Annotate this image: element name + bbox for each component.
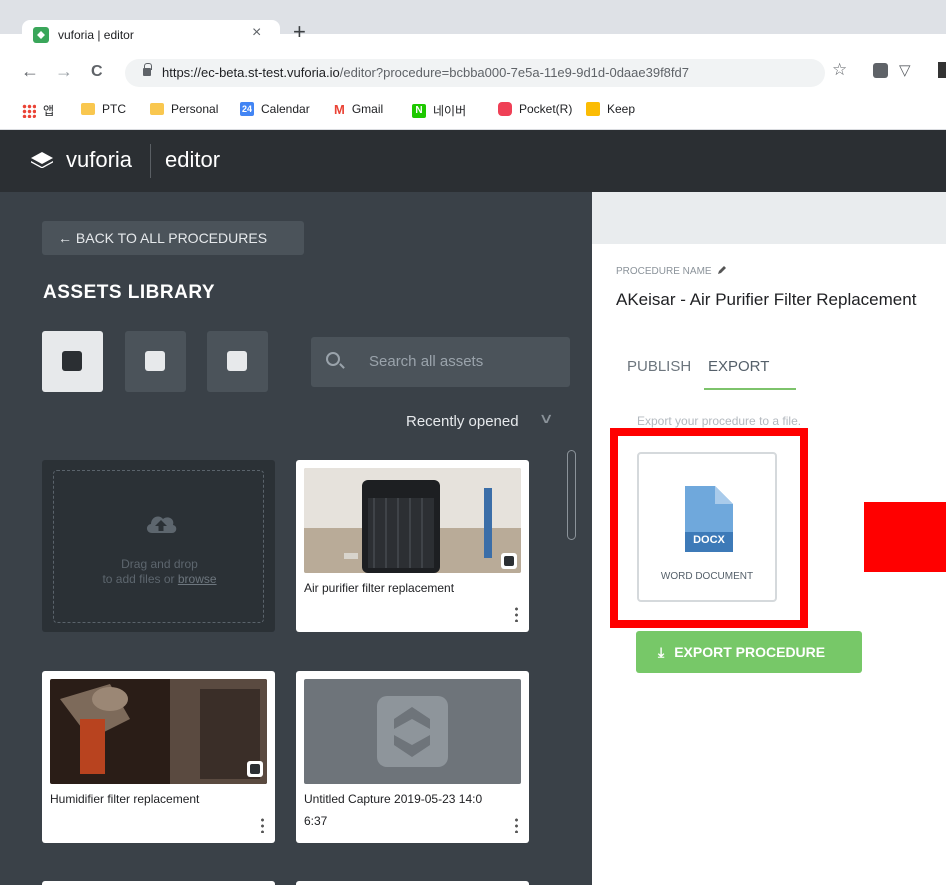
pocket-icon xyxy=(498,102,512,116)
product-name: editor xyxy=(165,147,221,172)
dropzone-border: Drag and drop to add files or browse xyxy=(53,470,264,623)
gmail-icon: M xyxy=(334,102,345,117)
asset-card[interactable]: Humidifier filter replacement xyxy=(42,671,275,843)
asset-card-title: Air purifier filter replacement xyxy=(304,581,455,595)
tab-close-icon[interactable]: × xyxy=(252,24,261,42)
video-icon xyxy=(227,351,247,371)
folder-icon xyxy=(150,103,164,115)
procedure-name-label: PROCEDURE NAME xyxy=(616,265,727,277)
address-bar[interactable]: https://ec-beta.st-test.vuforia.io/edito… xyxy=(125,59,825,87)
browser-tabstrip: vuforia | editor × + xyxy=(0,0,946,54)
browser-toolbar: ← → C https://ec-beta.st-test.vuforia.io… xyxy=(0,54,946,92)
tab-export[interactable]: EXPORT xyxy=(708,358,769,375)
asset-card[interactable] xyxy=(296,881,529,885)
asset-thumbnail xyxy=(50,679,267,784)
reload-icon[interactable]: C xyxy=(91,64,103,80)
procedure-panel: PROCEDURE NAME AKeisar - Air Purifier Fi… xyxy=(592,192,946,885)
folder-icon xyxy=(81,103,95,115)
back-arrow-icon[interactable]: ← xyxy=(21,62,39,80)
more-options-icon[interactable] xyxy=(515,606,518,622)
bookmark-keep[interactable]: Keep xyxy=(586,102,635,116)
asset-search-input[interactable]: Search all assets xyxy=(311,337,570,387)
keep-icon xyxy=(586,102,600,116)
air-purifier-photo xyxy=(304,468,521,573)
bookmark-ptc[interactable]: PTC xyxy=(81,102,126,116)
image-icon xyxy=(145,351,165,371)
assets-library-title: ASSETS LIBRARY xyxy=(43,282,216,303)
asset-thumbnail xyxy=(304,679,521,784)
asset-card[interactable]: Air purifier filter replacement xyxy=(296,460,529,632)
active-tab-indicator xyxy=(704,388,796,390)
highlight-annotation-box xyxy=(610,428,808,628)
extension-icon[interactable] xyxy=(938,62,946,78)
asset-card-title: Untitled Capture 2019-05-23 14:0 xyxy=(304,792,483,806)
calendar-icon: 24 xyxy=(240,102,254,116)
filter-images-button[interactable] xyxy=(125,331,186,392)
extension-icon[interactable] xyxy=(873,63,888,78)
bookmark-pocket[interactable]: Pocket(R) xyxy=(498,102,572,116)
tab-title: vuforia | editor xyxy=(58,28,134,42)
export-procedure-button[interactable]: ⤓ EXPORT PROCEDURE xyxy=(636,631,862,673)
bookmark-apps[interactable]: 앱 xyxy=(22,102,54,119)
scrollbar[interactable] xyxy=(567,450,576,540)
pocket-extension-icon[interactable]: ▽ xyxy=(899,61,911,79)
lock-icon xyxy=(143,63,152,76)
assets-panel: ← BACK TO ALL PROCEDURES ASSETS LIBRARY … xyxy=(0,192,592,885)
procedure-name[interactable]: AKeisar - Air Purifier Filter Replacemen… xyxy=(616,290,916,310)
vuforia-logo-icon xyxy=(31,152,53,168)
apps-grid-icon xyxy=(22,103,36,118)
bookmark-gmail[interactable]: M Gmail xyxy=(334,102,383,117)
asset-card-title: Humidifier filter replacement xyxy=(50,792,200,806)
asset-card[interactable]: Untitled Capture 2019-05-23 14:0 6:37 xyxy=(296,671,529,843)
asset-type-badge-icon xyxy=(501,553,517,569)
search-placeholder: Search all assets xyxy=(369,353,484,370)
upload-dropzone[interactable]: Drag and drop to add files or browse xyxy=(42,460,275,632)
capture-placeholder-icon xyxy=(377,696,448,767)
panel-top-bar xyxy=(592,192,946,244)
sort-dropdown[interactable]: Recently opened xyxy=(406,413,519,430)
vuforia-favicon-icon xyxy=(33,27,49,43)
chevron-down-icon[interactable]: ∨ xyxy=(538,410,553,427)
header-divider xyxy=(150,144,151,178)
more-options-icon[interactable] xyxy=(261,817,264,833)
filter-all-assets-button[interactable] xyxy=(42,331,103,392)
browse-link[interactable]: browse xyxy=(178,572,217,586)
dropzone-text-2: to add files or browse xyxy=(102,572,217,586)
asset-thumbnail xyxy=(304,468,521,573)
annotation-arrow-shape xyxy=(864,502,946,572)
bookmark-star-icon[interactable]: ☆ xyxy=(832,60,847,80)
app-header: vuforia editor xyxy=(0,130,946,192)
url-text: https://ec-beta.st-test.vuforia.io/edito… xyxy=(162,65,689,80)
more-options-icon[interactable] xyxy=(515,817,518,833)
bookmark-personal[interactable]: Personal xyxy=(150,102,218,116)
forward-arrow-icon[interactable]: → xyxy=(55,62,73,80)
asset-card[interactable] xyxy=(42,881,275,885)
bookmark-naver[interactable]: N 네이버 xyxy=(412,102,466,119)
bookmarks-bar: 앱 PTC Personal 24 Calendar M Gmail N 네이버 Po… xyxy=(0,92,946,130)
dropzone-text: Drag and drop xyxy=(121,557,198,571)
export-description: Export your procedure to a file. xyxy=(637,414,802,428)
asset-type-badge-icon xyxy=(247,761,263,777)
search-icon xyxy=(326,352,340,366)
brand-name: vuforia xyxy=(66,147,133,172)
download-icon: ⤓ xyxy=(658,644,665,660)
download-asset-icon xyxy=(62,351,82,371)
browser-tab[interactable]: vuforia | editor × xyxy=(22,20,280,54)
bookmark-calendar[interactable]: 24 Calendar xyxy=(240,102,310,116)
new-tab-button[interactable]: + xyxy=(293,21,306,43)
filter-videos-button[interactable] xyxy=(207,331,268,392)
tab-publish[interactable]: PUBLISH xyxy=(627,358,691,375)
cloud-upload-icon xyxy=(146,516,177,533)
naver-icon: N xyxy=(412,103,426,118)
back-to-procedures-button[interactable]: ← BACK TO ALL PROCEDURES xyxy=(42,221,304,255)
asset-card-title-continued: 6:37 xyxy=(304,814,328,828)
pencil-icon[interactable] xyxy=(717,265,727,275)
humidifier-photo xyxy=(50,679,267,784)
